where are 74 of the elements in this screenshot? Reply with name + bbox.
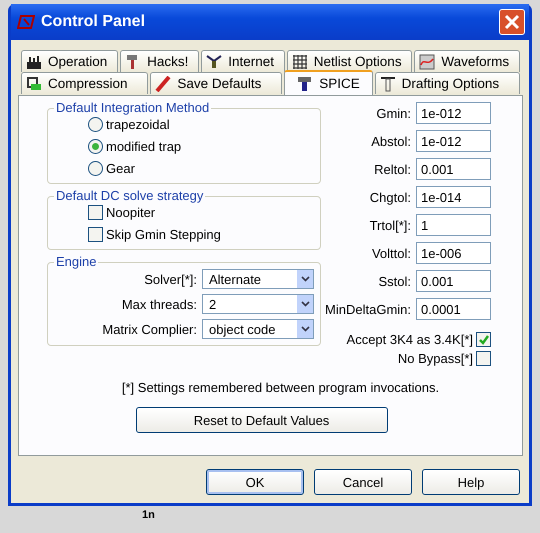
dropdown[interactable]: 2 — [202, 294, 314, 314]
close-icon — [504, 14, 520, 30]
field-label: MinDeltaGmin: — [325, 302, 411, 316]
input-field[interactable]: 0.001 — [416, 158, 491, 180]
tab[interactable]: Save Defaults — [150, 72, 282, 94]
dialog-button[interactable]: Help — [422, 469, 520, 495]
input-field[interactable]: 0.001 — [416, 270, 491, 292]
input-field[interactable]: 1e-014 — [416, 186, 491, 208]
field-label: Max threads: — [122, 296, 197, 312]
tab[interactable]: Hacks! — [120, 50, 200, 72]
dialog-button[interactable]: Cancel — [314, 469, 412, 495]
dropdown-value: Alternate — [209, 272, 262, 286]
dialog-button[interactable]: OK — [206, 469, 304, 495]
tab[interactable]: Internet — [201, 50, 285, 72]
field-label: Trtol[*]: — [370, 218, 411, 232]
background-text: 1n — [142, 509, 155, 521]
grid-icon — [292, 54, 308, 70]
field-label: Volttol: — [372, 246, 411, 260]
input-field[interactable]: 1 — [416, 214, 491, 236]
option-label: modified trap — [106, 138, 182, 154]
option-label: No Bypass[*] — [398, 351, 473, 366]
input-field[interactable]: 1e-006 — [416, 242, 491, 264]
radio-button[interactable] — [88, 160, 103, 176]
clamp-icon — [26, 76, 42, 92]
input-field[interactable]: 0.0001 — [416, 298, 491, 320]
option-label: Gear — [106, 160, 135, 176]
option-label: Skip Gmin Stepping — [106, 226, 221, 242]
factory-icon — [26, 54, 42, 70]
field-label: Matrix Complier: — [102, 322, 197, 336]
app-logo-icon — [17, 15, 35, 29]
radio-button[interactable] — [88, 116, 103, 132]
ruler-icon — [380, 76, 396, 92]
hammer-icon — [297, 76, 314, 92]
dropdown[interactable]: Alternate — [202, 269, 314, 289]
radio-option[interactable]: modified trap — [88, 137, 314, 155]
checkbox[interactable] — [476, 332, 491, 347]
group-title: Engine — [54, 254, 98, 269]
group-title: Default DC solve strategy — [54, 188, 206, 203]
checkbox-option[interactable]: No Bypass[*] — [398, 351, 491, 366]
tab[interactable]: Operation — [21, 50, 118, 72]
checkbox-option[interactable]: Skip Gmin Stepping — [88, 225, 314, 243]
tab[interactable]: Netlist Options — [286, 50, 412, 72]
field-label: Reltol: — [374, 162, 411, 176]
option-label: trapezoidal — [106, 116, 170, 132]
resistor-icon — [155, 76, 172, 92]
option-label: Noopiter — [106, 204, 156, 220]
waveform-icon — [419, 54, 436, 70]
connector-icon — [206, 54, 222, 70]
close-button[interactable] — [499, 9, 525, 35]
field-label: Abstol: — [371, 134, 411, 148]
field-label: Chgtol: — [370, 190, 411, 204]
dropdown[interactable]: object code — [202, 319, 314, 339]
checkbox[interactable] — [476, 351, 491, 366]
checkbox[interactable] — [88, 204, 103, 220]
tab[interactable]: Compression — [21, 72, 148, 94]
checkbox-option[interactable]: Noopiter — [88, 203, 314, 221]
tab[interactable]: SPICE — [284, 70, 373, 95]
dropdown-value: object code — [209, 322, 276, 336]
checkbox[interactable] — [88, 226, 103, 242]
input-field[interactable]: 1e-012 — [416, 130, 491, 152]
field-label: Solver[*]: — [144, 272, 197, 286]
field-label: Gmin: — [376, 106, 411, 120]
reset-button[interactable]: Reset to Default Values — [136, 407, 388, 433]
radio-option[interactable]: Gear — [88, 159, 314, 177]
dropdown-value: 2 — [209, 296, 216, 312]
radio-option[interactable]: trapezoidal — [88, 115, 314, 133]
group-title: Default Integration Method — [54, 100, 212, 115]
window-title: Control Panel — [41, 13, 146, 31]
tab[interactable]: Waveforms — [414, 50, 520, 72]
field-label: Sstol: — [378, 274, 411, 288]
footnote-text: [*] Settings remembered between program invocations. — [120, 380, 440, 395]
radio-button[interactable] — [88, 138, 103, 154]
input-field[interactable]: 1e-012 — [416, 102, 491, 124]
tab[interactable]: Drafting Options — [374, 72, 520, 94]
